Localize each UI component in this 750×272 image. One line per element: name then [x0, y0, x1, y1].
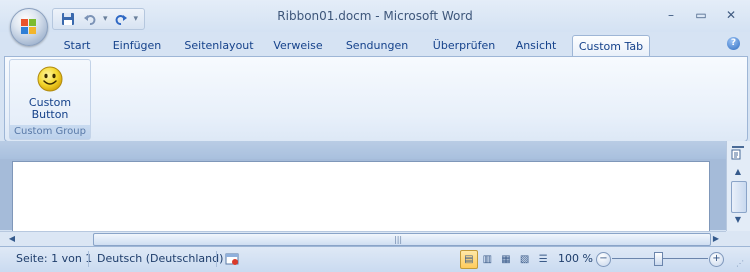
status-bar: Seite: 1 von 1 Deutsch (Deutschland) ▤ ▥… [0, 246, 750, 272]
horizontal-scrollbar[interactable]: ◀ ||| ▶ [0, 231, 726, 246]
custom-group: Custom Button Custom Group [9, 59, 91, 140]
tab-custom-tab[interactable]: Custom Tab [572, 35, 650, 57]
web-layout-icon[interactable]: ▦ [497, 250, 515, 269]
full-screen-reading-icon[interactable]: ▥ [479, 250, 497, 269]
print-layout-icon[interactable]: ▤ [460, 250, 478, 269]
page-info[interactable]: Seite: 1 von 1 [16, 252, 92, 266]
tab-seitenlayout[interactable]: Seitenlayout [183, 35, 255, 56]
scrollbar-corner [726, 231, 750, 246]
zoom-in-button[interactable]: + [709, 252, 724, 267]
tab-sendungen[interactable]: Sendungen [343, 35, 411, 56]
draft-view-icon[interactable]: ☰ [534, 250, 552, 269]
view-ruler-icon[interactable] [730, 145, 746, 161]
zoom-slider-thumb[interactable] [654, 252, 663, 266]
status-divider [216, 251, 217, 267]
ruler-strip [0, 141, 726, 159]
office-logo-icon [21, 19, 37, 35]
office-button[interactable] [10, 8, 48, 46]
macro-record-icon[interactable] [225, 252, 239, 266]
tab-einfuegen[interactable]: Einfügen [110, 35, 164, 56]
title-bar: ▾ ▾ Ribbon01.docm - Microsoft Word – ▭ ✕ [0, 0, 750, 32]
ribbon-tabs: Start Einfügen Seitenlayout Verweise Sen… [0, 32, 750, 57]
zoom-out-button[interactable]: − [596, 252, 611, 267]
word-window: ▾ ▾ Ribbon01.docm - Microsoft Word – ▭ ✕… [0, 0, 750, 272]
minimize-button[interactable]: – [658, 6, 684, 24]
document-page[interactable] [12, 161, 710, 232]
language-indicator[interactable]: Deutsch (Deutschland) [97, 252, 223, 266]
view-buttons: ▤ ▥ ▦ ▧ ☰ [460, 250, 552, 269]
ribbon-panel: Custom Button Custom Group [4, 56, 748, 142]
scroll-grip-icon: ||| [394, 235, 403, 244]
maximize-button[interactable]: ▭ [688, 6, 714, 24]
vertical-scrollbar[interactable]: ▲ ▼ [726, 141, 750, 231]
tab-ansicht[interactable]: Ansicht [513, 35, 559, 56]
scroll-left-icon[interactable]: ◀ [6, 233, 18, 245]
custom-button-line2: Button [31, 108, 69, 121]
vertical-scroll-thumb[interactable] [731, 181, 747, 213]
close-button[interactable]: ✕ [718, 6, 744, 24]
help-icon[interactable]: ? [727, 37, 740, 50]
smiley-icon [37, 66, 63, 92]
zoom-level[interactable]: 100 % [558, 252, 593, 265]
horizontal-scroll-thumb[interactable]: ||| [93, 233, 711, 246]
tab-verweise[interactable]: Verweise [270, 35, 326, 56]
group-label: Custom Group [10, 125, 90, 139]
scroll-up-icon[interactable]: ▲ [731, 167, 745, 179]
window-controls: – ▭ ✕ [658, 6, 744, 24]
status-divider [88, 251, 89, 267]
custom-button[interactable]: Custom Button [10, 60, 90, 124]
tab-start[interactable]: Start [60, 35, 94, 56]
outline-view-icon[interactable]: ▧ [516, 250, 534, 269]
scroll-down-icon[interactable]: ▼ [731, 215, 745, 227]
document-area [0, 141, 726, 232]
resize-grip-icon[interactable]: ⋰ [736, 259, 744, 268]
custom-button-label: Custom Button [10, 97, 90, 121]
window-title: Ribbon01.docm - Microsoft Word [277, 9, 473, 23]
tab-ueberpruefen[interactable]: Überprüfen [428, 35, 500, 56]
scroll-right-icon[interactable]: ▶ [710, 233, 722, 245]
